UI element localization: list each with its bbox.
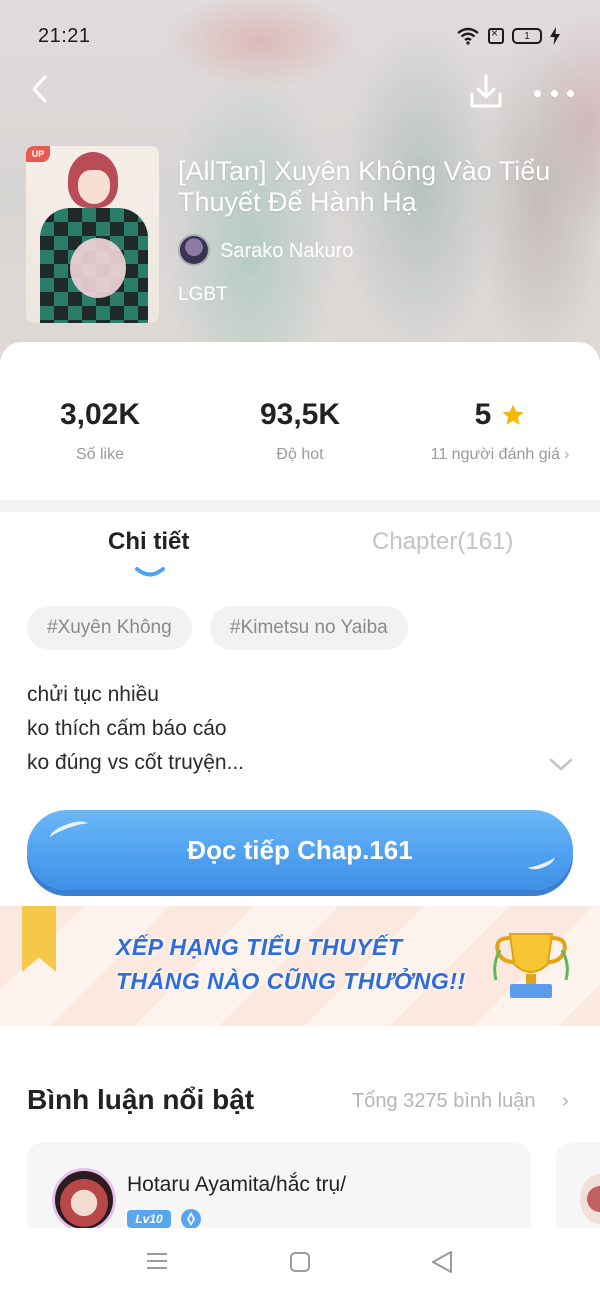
continue-reading-label: Đọc tiếp Chap.161 [187, 835, 413, 865]
cover-art-sash [70, 238, 126, 298]
download-button[interactable] [468, 72, 504, 112]
section-divider [0, 500, 600, 512]
tag-chip[interactable]: #Xuyên Không [27, 606, 192, 650]
star-icon [502, 404, 524, 425]
likes-value: 3,02K [59, 398, 141, 431]
tab-chapter[interactable]: Chapter(161) [372, 528, 513, 556]
rating-count: 11 người đánh giá [430, 446, 561, 463]
tab-indicator [135, 567, 165, 577]
wifi-icon [457, 27, 479, 45]
description-line: chửi tục nhiều [27, 683, 159, 706]
hot-label: Độ hot [276, 446, 324, 463]
stat-hot: 93,5K Độ hot [230, 398, 370, 464]
description-line: ko đúng vs cốt truyện... [27, 751, 245, 774]
tag-chip[interactable]: #Kimetsu no Yaiba [210, 606, 408, 650]
status-icons: 1 [456, 26, 560, 46]
trophy-icon [493, 933, 569, 998]
author-name[interactable]: Sarako Nakuro [220, 240, 353, 263]
home-icon[interactable] [290, 1252, 310, 1272]
chevron-down-icon[interactable] [548, 756, 574, 774]
comment-username[interactable]: Hotaru Ayamita/hắc trụ/ [127, 1173, 346, 1197]
chevron-right-icon: › [564, 446, 570, 463]
button-shine [525, 851, 557, 873]
more-button[interactable] [534, 80, 574, 106]
charging-icon [550, 27, 560, 45]
back-triangle-icon[interactable] [430, 1250, 454, 1274]
stat-rating[interactable]: 5 11 người đánh giá › [410, 398, 590, 464]
rating-label: 11 người đánh giá › [410, 446, 590, 464]
menu-icon[interactable] [146, 1252, 168, 1270]
bookmark-ribbon-icon [22, 906, 56, 972]
author-avatar[interactable] [178, 234, 210, 266]
continue-reading-button[interactable]: Đọc tiếp Chap.161 [27, 810, 573, 890]
banner-line: XẾP HẠNG TIỂU THUYẾT [116, 934, 403, 960]
cover-art-face [78, 170, 110, 204]
banner-line: THÁNG NÀO CŨNG THƯỞNG!! [116, 968, 466, 994]
story-genre: LGBT [178, 284, 228, 305]
story-title: [AllTan] Xuyên Không Vào Tiểu Thuyết Để … [178, 156, 551, 217]
comments-total-link[interactable]: Tổng 3275 bình luận [352, 1090, 536, 1113]
story-cover[interactable] [26, 146, 159, 323]
battery-level: 1 [524, 30, 530, 42]
description-line: ko thích cấm báo cáo [27, 717, 227, 740]
avatar[interactable] [52, 1168, 116, 1232]
avatar [580, 1174, 600, 1224]
button-shine [47, 817, 91, 845]
chevron-right-icon[interactable]: › [562, 1090, 569, 1113]
rating-row: 5 [410, 398, 590, 432]
update-badge: UP [26, 146, 50, 162]
hot-value: 93,5K [259, 398, 341, 431]
rating-value: 5 [474, 398, 492, 431]
level-badge: Lv10 [127, 1210, 171, 1228]
rank-icon [181, 1209, 201, 1229]
sim-icon [488, 26, 504, 44]
stat-likes: 3,02K Số like [30, 398, 170, 464]
tab-detail[interactable]: Chi tiết [108, 528, 189, 556]
more-dot [567, 89, 574, 97]
status-time: 21:21 [38, 25, 91, 47]
battery-icon: 1 [512, 28, 542, 44]
download-icon [470, 74, 502, 108]
more-icon [534, 89, 541, 97]
more-dot [550, 89, 558, 97]
status-bar: 21:21 1 [0, 0, 600, 70]
banner-text: XẾP HẠNG TIỂU THUYẾT THÁNG NÀO CŨNG THƯỞ… [116, 930, 466, 998]
story-description: chửi tục nhiều ko thích cấm báo cáo ko đ… [27, 678, 244, 780]
likes-label: Số like [75, 446, 125, 463]
comments-title: Bình luận nổi bật [27, 1084, 255, 1115]
back-button[interactable] [24, 72, 54, 106]
back-icon [32, 75, 47, 103]
